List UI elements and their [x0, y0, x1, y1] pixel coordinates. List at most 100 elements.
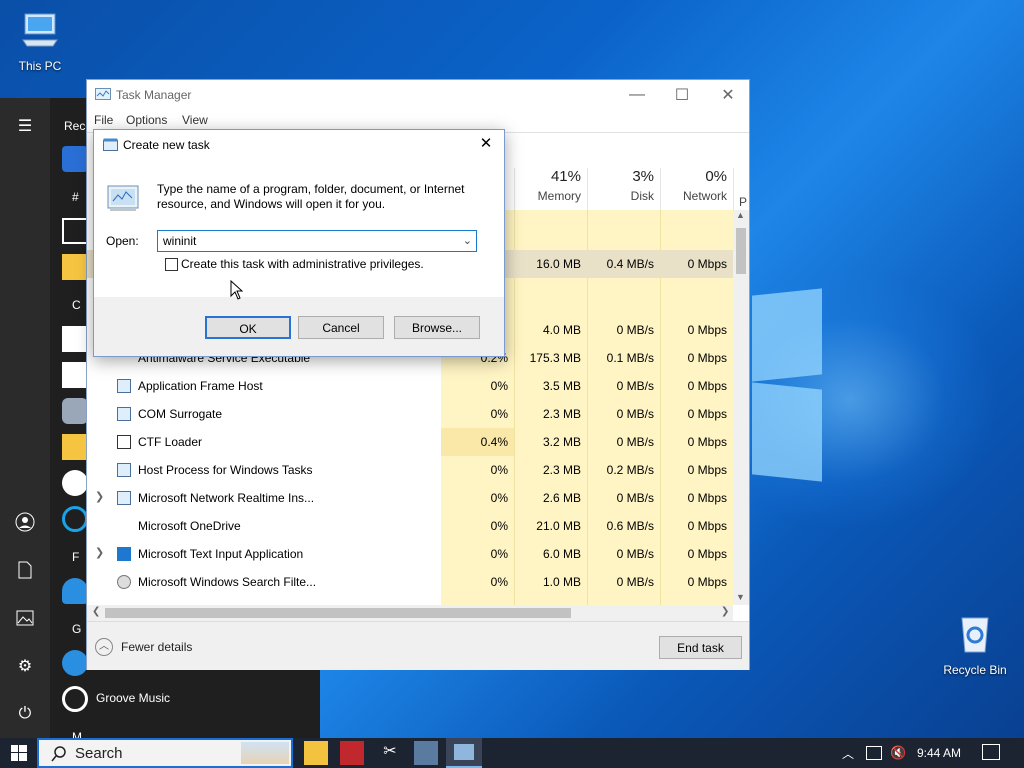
row-cpu: 0% [490, 519, 508, 533]
open-combobox[interactable]: wininit ⌄ [157, 230, 477, 252]
clock-icon[interactable] [62, 470, 88, 496]
memory-label: Memory [537, 189, 581, 203]
browse-button[interactable]: Browse... [394, 316, 480, 339]
table-row[interactable]: ❯ Microsoft Network Realtime Ins... 0% 2… [87, 484, 737, 512]
scroll-down-icon[interactable]: ▼ [736, 592, 745, 602]
table-row[interactable]: Microsoft Windows Search Filte... 0% 1.0… [87, 568, 737, 596]
row-network: 0 Mbps [687, 323, 727, 337]
disk-label: Disk [630, 189, 654, 203]
calculator-icon[interactable] [62, 326, 88, 352]
menu-options[interactable]: Options [126, 113, 167, 127]
maximize-button[interactable]: ☐ [659, 80, 705, 110]
desktop-icon-recycle-bin[interactable]: Recycle Bin [935, 612, 1015, 677]
folder-icon[interactable] [62, 434, 88, 460]
documents-icon[interactable] [0, 550, 50, 590]
clock[interactable]: 9:44 AM [917, 746, 961, 760]
remote-desktop-icon[interactable] [414, 741, 438, 765]
network-label: Network [682, 189, 727, 203]
ok-button[interactable]: OK [205, 316, 291, 339]
title-bar[interactable]: Task Manager — ☐ ✕ [87, 80, 749, 110]
flash-icon[interactable] [340, 741, 364, 765]
process-name: Host Process for Windows Tasks [138, 463, 313, 477]
search-filter-icon [117, 575, 131, 589]
3d-box-icon[interactable] [62, 218, 88, 244]
menu-view[interactable]: View [182, 113, 208, 127]
process-name: Microsoft Windows Search Filte... [138, 575, 317, 589]
dialog-description: Type the name of a program, folder, docu… [157, 182, 465, 211]
row-memory: 4.0 MB [542, 323, 581, 337]
table-row[interactable]: Host Process for Windows Tasks 0% 2.3 MB… [87, 456, 737, 484]
table-row[interactable]: ❯ Microsoft Text Input Application 0% 6.… [87, 540, 737, 568]
power-icon[interactable]: ⏻ [0, 694, 50, 734]
scroll-left-icon[interactable]: ❮ [92, 606, 100, 617]
scrollbar-thumb[interactable] [105, 608, 571, 618]
collapse-up-icon[interactable]: ︿ [95, 638, 113, 656]
process-name: CTF Loader [138, 435, 203, 449]
open-input[interactable]: wininit [163, 234, 196, 248]
file-explorer-icon[interactable] [304, 741, 328, 765]
minimize-button[interactable]: — [614, 80, 660, 110]
row-memory: 16.0 MB [536, 257, 581, 271]
app-label: Groove Music [96, 691, 171, 705]
section-letter[interactable]: F [72, 550, 79, 564]
column-network[interactable]: 0% Network [660, 168, 733, 210]
process-name: Microsoft Network Realtime Ins... [138, 491, 315, 505]
folder-icon[interactable] [62, 254, 88, 280]
app-icon[interactable] [62, 146, 88, 172]
show-hidden-icons-chevron-icon[interactable]: ︿ [842, 745, 854, 762]
row-cpu: 0% [490, 379, 508, 393]
hamburger-icon[interactable]: ☰ [0, 106, 50, 146]
start-app-groove-music[interactable]: Groove Music [62, 686, 312, 712]
process-name: Application Frame Host [138, 379, 263, 393]
table-row[interactable]: COM Surrogate 0% 2.3 MB 0 MB/s 0 Mbps [87, 400, 737, 428]
settings-gear-icon[interactable]: ⚙ [0, 646, 50, 686]
network-percent: 0% [705, 168, 727, 185]
memory-percent: 41% [550, 168, 581, 185]
table-row[interactable]: Microsoft OneDrive 0% 21.0 MB 0.6 MB/s 0… [87, 512, 737, 540]
dropdown-chevron-icon[interactable]: ⌄ [463, 234, 472, 247]
table-row[interactable]: Application Frame Host 0% 3.5 MB 0 MB/s … [87, 372, 737, 400]
user-icon[interactable] [0, 502, 50, 542]
section-letter[interactable]: C [72, 298, 81, 312]
network-icon[interactable] [866, 746, 882, 760]
pictures-icon[interactable] [0, 598, 50, 638]
taskbar-search-box[interactable]: Search [37, 738, 293, 768]
close-button[interactable]: ✕ [705, 80, 751, 110]
column-disk[interactable]: 3% Disk [587, 168, 660, 210]
snipping-icon[interactable]: ✂ [378, 741, 402, 765]
end-task-button[interactable]: End task [659, 636, 742, 659]
admin-checkbox-label[interactable]: Create this task with administrative pri… [181, 257, 424, 271]
help-icon[interactable] [62, 650, 88, 676]
row-memory: 2.6 MB [542, 491, 581, 505]
notifications-icon[interactable] [982, 744, 1000, 760]
expand-chevron-icon[interactable]: ❯ [95, 546, 104, 559]
mouse-cursor-icon [230, 280, 244, 300]
task-manager-taskbar-button[interactable] [446, 738, 482, 768]
fewer-details-link[interactable]: Fewer details [121, 640, 192, 654]
column-memory[interactable]: 41% Memory [514, 168, 587, 210]
column-power-partial[interactable]: P [733, 168, 747, 210]
horizontal-scrollbar[interactable]: ❮ ❯ [87, 605, 733, 621]
dialog-close-button[interactable]: ✕ [472, 134, 500, 156]
vertical-scrollbar[interactable]: ▲ ▼ [733, 210, 749, 605]
volume-muted-icon[interactable]: 🔇 [890, 745, 906, 761]
camera-icon[interactable] [62, 398, 88, 424]
section-letter[interactable]: G [72, 622, 81, 636]
scrollbar-thumb[interactable] [736, 228, 746, 274]
menu-file[interactable]: File [94, 113, 113, 127]
scroll-up-icon[interactable]: ▲ [736, 210, 745, 220]
cortana-icon[interactable] [62, 506, 88, 532]
people-icon[interactable] [62, 578, 88, 604]
section-letter[interactable]: # [72, 190, 79, 204]
row-disk: 0 MB/s [616, 575, 654, 589]
row-network: 0 Mbps [687, 257, 727, 271]
start-button[interactable] [0, 738, 37, 768]
calendar-icon[interactable] [62, 362, 88, 388]
desktop-icon-this-pc[interactable]: This PC [0, 10, 80, 73]
admin-checkbox[interactable] [165, 258, 178, 271]
cancel-button[interactable]: Cancel [298, 316, 384, 339]
expand-chevron-icon[interactable]: ❯ [95, 490, 104, 503]
search-icon [51, 746, 66, 762]
scroll-right-icon[interactable]: ❯ [721, 606, 729, 617]
table-row[interactable]: CTF Loader 0.4% 3.2 MB 0 MB/s 0 Mbps [87, 428, 737, 456]
